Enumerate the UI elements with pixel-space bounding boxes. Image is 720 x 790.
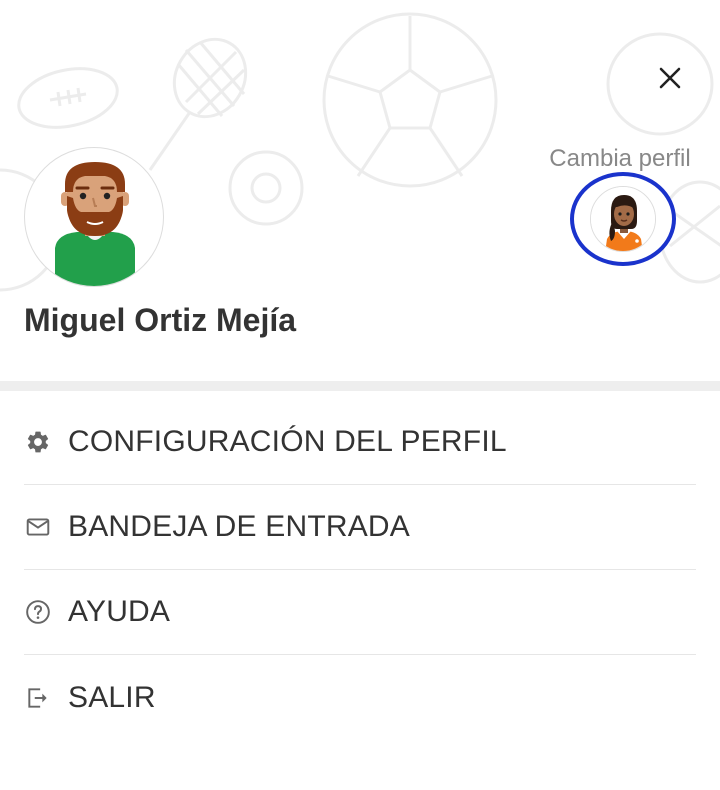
woman-avatar-illustration: [591, 187, 655, 251]
close-button[interactable]: [646, 54, 694, 102]
switch-profile-label: Cambia perfil: [549, 145, 691, 172]
logout-icon: [24, 684, 52, 712]
switch-profile-avatar: [590, 186, 656, 252]
section-divider: [0, 381, 720, 391]
avatar: [24, 147, 164, 287]
profile-header: Miguel Ortiz Mejía Cambia perfil: [0, 0, 720, 382]
menu-item-help[interactable]: AYUDA: [24, 570, 696, 655]
menu-item-label: SALIR: [68, 680, 156, 714]
menu-item-profile-settings[interactable]: CONFIGURACIÓN DEL PERFIL: [24, 400, 696, 485]
menu-list: CONFIGURACIÓN DEL PERFIL BANDEJA DE ENTR…: [24, 400, 696, 740]
user-name: Miguel Ortiz Mejía: [24, 302, 297, 338]
close-icon: [659, 67, 681, 89]
gear-icon: [24, 428, 52, 456]
menu-item-label: BANDEJA DE ENTRADA: [68, 510, 411, 543]
help-circle-icon: [24, 598, 52, 626]
envelope-icon: [24, 513, 52, 541]
menu-item-label: CONFIGURACIÓN DEL PERFIL: [68, 425, 507, 458]
menu-item-label: AYUDA: [68, 595, 171, 628]
menu-item-logout[interactable]: SALIR: [24, 655, 696, 740]
menu-item-inbox[interactable]: BANDEJA DE ENTRADA: [24, 485, 696, 570]
bearded-man-avatar-illustration: [55, 162, 135, 286]
switch-profile-button[interactable]: [570, 172, 676, 266]
